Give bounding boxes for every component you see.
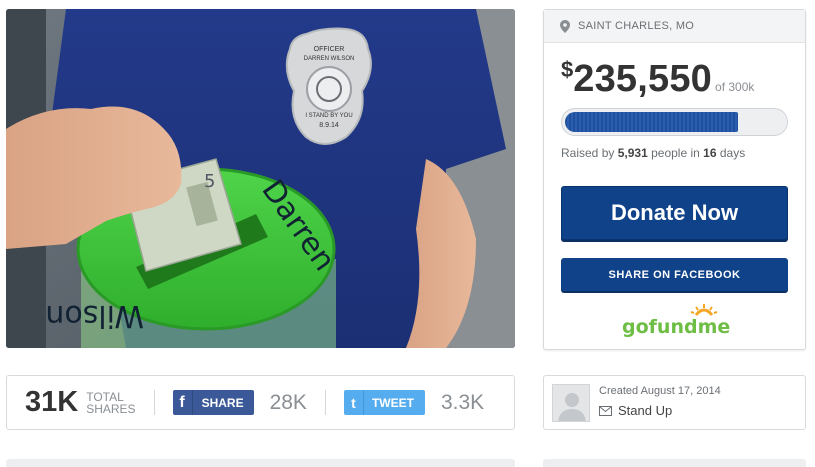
goal-text: of 300k [715,80,755,94]
total-shares-count: 31K [25,386,79,418]
badge-line-1: OFFICER [314,46,345,53]
twitter-share-count: 3.3K [440,390,485,414]
location-header: SAINT CHARLES, MO [544,10,805,43]
total-shares-label: TOTAL SHARES [86,391,135,415]
campaign-photo-illustration: OFFICER DARREN WILSON I STAND BY YOU 8.9… [6,9,515,348]
progress-fill [565,112,738,132]
creator-card: Created August 17, 2014 Stand Up [543,375,806,430]
location-text: SAINT CHARLES, MO [578,20,695,32]
facebook-share-button[interactable]: f SHARE [172,390,254,415]
badge-line-2: DARREN WILSON [304,56,355,62]
campaign-photo: OFFICER DARREN WILSON I STAND BY YOU 8.9… [6,9,515,348]
amount-raised: $ 235,550 of 300k [561,57,755,101]
facebook-share-label: SHARE [201,395,244,410]
share-on-facebook-button[interactable]: SHARE ON FACEBOOK [561,258,788,291]
badge-date: 8.9.14 [319,122,339,129]
next-section-stub [6,459,515,467]
category-link[interactable]: Stand Up [599,403,672,418]
twitter-tweet-label: TWEET [371,395,414,410]
donor-count: 5,931 [617,146,648,160]
twitter-icon: t [344,390,364,415]
raised-summary: Raised by 5,931 people in 16 days [561,146,745,160]
donate-now-button[interactable]: Donate Now [561,186,788,240]
location-pin-icon [560,19,570,33]
donation-panel: SAINT CHARLES, MO $ 235,550 of 300k Rais… [543,9,806,350]
facebook-icon: f [173,390,193,415]
next-section-stub [543,459,806,467]
days-count: 16 [703,146,717,160]
twitter-tweet-button[interactable]: t TWEET [343,390,425,415]
bill-digit: 5 [204,171,215,192]
currency-symbol: $ [561,57,574,82]
total-label-line1: TOTAL [86,389,124,404]
jar-text-wilson: Wilson [45,298,144,333]
share-bar: 31K TOTAL SHARES f SHARE 28K t TWEET 3.3… [6,375,515,430]
divider [153,390,155,415]
gofundme-logo[interactable]: gofundme [622,303,732,339]
badge-line-3: I STAND BY YOU [305,113,352,119]
raised-amount: 235,550 [573,58,713,100]
progress-bar [561,108,788,136]
gofundme-wordmark: gofundme [622,316,730,338]
divider [324,390,326,415]
gofundme-sun-icon [690,304,718,316]
created-date: Created August 17, 2014 [599,385,721,397]
raised-mid: people in [651,146,700,160]
total-label-line2: SHARES [86,401,136,416]
envelope-icon [599,405,612,416]
facebook-share-count: 28K [269,390,307,414]
raised-prefix: Raised by [561,146,615,160]
category-label: Stand Up [618,403,673,418]
days-suffix: days [719,146,746,160]
avatar[interactable] [552,384,590,422]
default-user-icon [558,393,586,421]
